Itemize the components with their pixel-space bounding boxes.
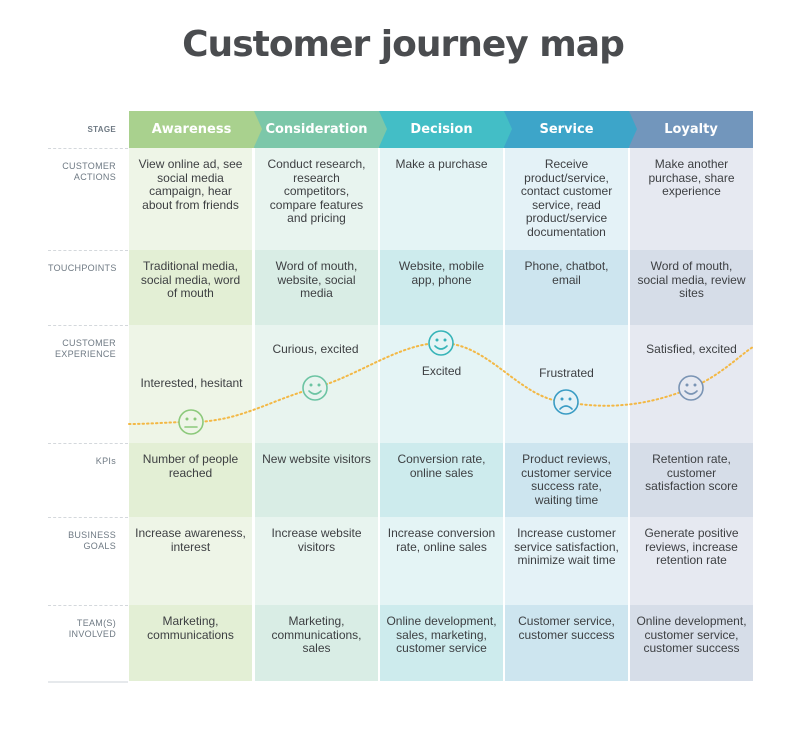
cell-text: Word of mouth, website, social media [275, 259, 358, 300]
chevron-right-icon [504, 111, 512, 147]
cell-text: New website visitors [262, 452, 371, 466]
cell-text: Online development, customer service, cu… [636, 614, 747, 655]
row-label-customer-actions: CUSTOMER ACTIONS [48, 148, 128, 250]
experience-cell-service [505, 325, 628, 443]
customer-actions-cell-consideration: Conduct research, research competitors, … [255, 148, 378, 250]
row-label-kpis: KPIs [48, 443, 128, 517]
business-goals-row: BUSINESS GOALS Increase awareness, inter… [48, 517, 753, 605]
cell-text: View online ad, see social media campaig… [138, 157, 243, 212]
experience-label-decision: Excited [421, 364, 462, 378]
cell-text: Make another purchase, share experience [648, 157, 735, 198]
row-label-customer-experience: CUSTOMER EXPERIENCE [48, 325, 128, 443]
customer-actions-cell-loyalty: Make another purchase, share experience [630, 148, 753, 250]
cell-text: Generate positive reviews, increase rete… [644, 526, 739, 567]
chevron-right-icon [379, 111, 387, 147]
row-label-teams-involved: TEAM(S) INVOLVED [48, 605, 128, 681]
cell-text: Marketing, communications, sales [271, 614, 362, 655]
cell-text: Conduct research, research competitors, … [267, 157, 366, 225]
customer-actions-cell-service: Receive product/service, contact custome… [505, 148, 628, 250]
cell-text: Increase website visitors [271, 526, 362, 554]
teams-involved-cell-awareness: Marketing, communications [129, 605, 252, 681]
cell-text: Retention rate, customer satisfaction sc… [645, 452, 738, 493]
row-label-touchpoints: TOUCHPOINTS [48, 250, 128, 325]
touchpoints-cell-awareness: Traditional media, social media, word of… [129, 250, 252, 325]
page-title: Customer journey map [182, 24, 625, 65]
touchpoints-cell-decision: Website, mobile app, phone [380, 250, 503, 325]
business-goals-cell-loyalty: Generate positive reviews, increase rete… [630, 517, 753, 605]
cell-text: Traditional media, social media, word of… [140, 259, 241, 300]
chevron-right-icon [629, 111, 637, 147]
kpis-cell-awareness: Number of people reached [129, 443, 252, 517]
row-label-business-goals: BUSINESS GOALS [48, 517, 128, 605]
chevron-right-icon [254, 111, 262, 147]
stage-header-label: Awareness [151, 122, 232, 137]
business-goals-cell-decision: Increase conversion rate, online sales [380, 517, 503, 605]
kpis-cell-loyalty: Retention rate, customer satisfaction sc… [630, 443, 753, 517]
kpis-cell-decision: Conversion rate, online sales [380, 443, 503, 517]
stage-header-awareness: Awareness [129, 111, 262, 148]
stage-header-service: Service [504, 111, 637, 148]
teams-involved-cell-consideration: Marketing, communications, sales [255, 605, 378, 681]
touchpoints-cell-consideration: Word of mouth, website, social media [255, 250, 378, 325]
cell-text: Increase customer service satisfaction, … [514, 526, 619, 567]
stage-header-decision: Decision [379, 111, 512, 148]
customer-actions-row: CUSTOMER ACTIONS View online ad, see soc… [48, 148, 753, 250]
cell-text: Conversion rate, online sales [397, 452, 486, 480]
touchpoints-cell-loyalty: Word of mouth, social media, review site… [630, 250, 753, 325]
kpis-cell-service: Product reviews, customer service succes… [505, 443, 628, 517]
cell-text: Make a purchase [395, 157, 488, 171]
stage-header-label: Decision [410, 122, 473, 137]
stage-header-consideration: Consideration [254, 111, 387, 148]
stage-header-label: Loyalty [664, 122, 718, 137]
teams-involved-cell-service: Customer service, customer success [505, 605, 628, 681]
row-label-stage: STAGE [87, 125, 116, 134]
cell-text: Number of people reached [142, 452, 239, 480]
experience-label-awareness: Interested, hesitant [140, 376, 243, 390]
experience-label-loyalty: Satisfied, excited [646, 342, 737, 356]
experience-cell-decision [380, 325, 503, 443]
stage-header-label: Service [539, 122, 594, 137]
cell-text: Website, mobile app, phone [398, 259, 485, 287]
stage-header-label: Consideration [265, 122, 368, 137]
cell-text: Increase conversion rate, online sales [387, 526, 496, 554]
experience-label-service: Frustrated [539, 366, 594, 380]
business-goals-cell-consideration: Increase website visitors [255, 517, 378, 605]
cell-text: Word of mouth, social media, review site… [637, 259, 746, 300]
cell-text: Receive product/service, contact custome… [520, 157, 613, 239]
kpis-row: KPIs Number of people reached New website… [48, 443, 753, 517]
customer-actions-cell-awareness: View online ad, see social media campaig… [129, 148, 252, 250]
teams-involved-cell-loyalty: Online development, customer service, cu… [630, 605, 753, 681]
cell-text: Product reviews, customer service succes… [521, 452, 612, 507]
cell-text: Phone, chatbot, email [524, 259, 609, 287]
stage-header-loyalty: Loyalty [629, 111, 753, 148]
touchpoints-cell-service: Phone, chatbot, email [505, 250, 628, 325]
cell-text: Online development, sales, marketing, cu… [386, 614, 497, 655]
stage-row: STAGE Awareness Consideration Decision Serv… [48, 111, 753, 148]
business-goals-cell-service: Increase customer service satisfaction, … [505, 517, 628, 605]
business-goals-cell-awareness: Increase awareness, interest [129, 517, 252, 605]
kpis-cell-consideration: New website visitors [255, 443, 378, 517]
customer-actions-cell-decision: Make a purchase [380, 148, 503, 250]
experience-label-consideration: Curious, excited [272, 342, 359, 356]
cell-text: Increase awareness, interest [135, 526, 246, 554]
cell-text: Marketing, communications [147, 614, 234, 642]
touchpoints-row: TOUCHPOINTS Traditional media, social me… [48, 250, 753, 325]
cell-text: Customer service, customer success [518, 614, 615, 642]
bottom-divider [48, 681, 128, 683]
teams-involved-row: TEAM(S) INVOLVED Marketing, communicatio… [48, 605, 753, 681]
teams-involved-cell-decision: Online development, sales, marketing, cu… [380, 605, 503, 681]
